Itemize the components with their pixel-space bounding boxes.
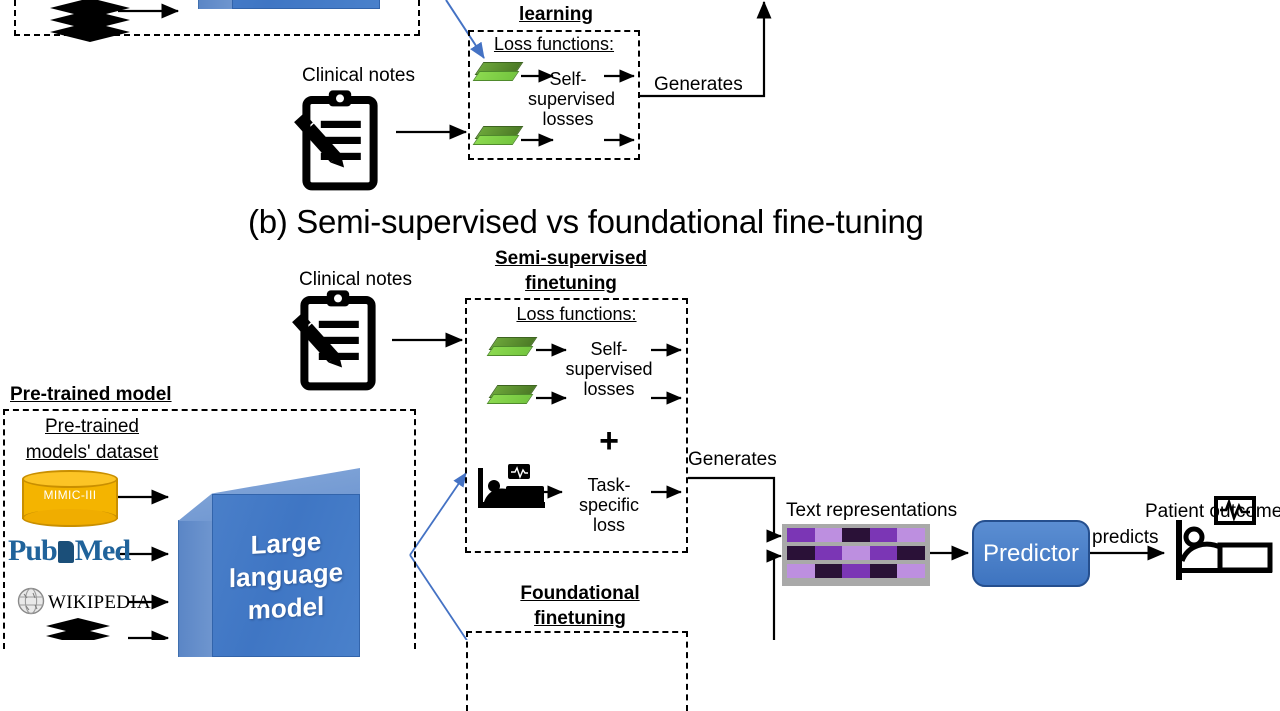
heatmap-cell (787, 528, 815, 542)
cube-side-face-top (198, 0, 233, 9)
top-loss-functions-title: Loss functions: (493, 34, 615, 54)
heatmap-row (787, 546, 925, 560)
mimic-iii-label: MIMIC-III (43, 488, 97, 502)
heatmap-cell (897, 546, 925, 560)
foundational-finetuning-box (466, 631, 688, 711)
top-generates-label: Generates (654, 74, 743, 95)
task-specific-loss-label: Task- specific loss (565, 475, 653, 535)
heatmap-cell (897, 564, 925, 578)
task-line2: specific (578, 494, 640, 515)
semi-self-supervised-loss-label: Self- supervised losses (565, 339, 653, 399)
predictor-box[interactable]: Predictor (972, 520, 1090, 587)
heatmap-cell (814, 546, 843, 560)
wikipedia-label: WIKIPEDIA (48, 592, 151, 613)
section-caption-b: (b) Semi-supervised vs foundational fine… (248, 203, 924, 240)
heatmap-row (787, 564, 925, 578)
predicts-label: predicts (1092, 527, 1159, 548)
heatmap-cell (787, 564, 815, 578)
llm-cube-label: Large language model (212, 490, 360, 661)
heatmap-cell (842, 528, 870, 542)
mimic-iii-database-icon: MIMIC-III (22, 470, 118, 528)
top-loss-line3: losses (542, 108, 594, 129)
predictor-label: Predictor (982, 539, 1080, 567)
clinical-notes-icon-semi (292, 290, 376, 391)
llm-line2: language (228, 557, 344, 594)
pubmed-logo-icon: Pub Med (8, 534, 131, 567)
semi-ss-line1: Self- (590, 339, 628, 359)
heatmap-cell (842, 564, 870, 578)
heatmap-cell (869, 528, 898, 542)
patient-outcome-label: Patient outcome (1145, 501, 1280, 522)
semi-ss-line3: losses (583, 378, 635, 399)
semi-supervised-title: Semi-supervised finetuning (481, 246, 661, 296)
llm-line3: model (247, 590, 325, 625)
cube-front-face-top (232, 0, 380, 9)
heatmap-cell (869, 546, 898, 560)
semi-ss-line2: supervised (565, 358, 653, 379)
heatmap-cell (897, 528, 925, 542)
loss-bar-icon-top-1 (472, 62, 524, 84)
heatmap-cell (869, 564, 898, 578)
heatmap-row (787, 528, 925, 542)
task-line1: Task- (587, 475, 631, 495)
loss-bar-icon-semi-2 (486, 385, 538, 407)
loss-bar-icon-top-2 (472, 126, 524, 148)
semi-title-line1: Semi-supervised (494, 248, 648, 269)
pretrained-model-heading: Pre-trained model (10, 384, 172, 405)
heatmap-cell (814, 564, 843, 578)
top-section-heading: learning (519, 4, 593, 25)
semi-title-line2: finetuning (525, 273, 617, 295)
pubmed-book-glyph (57, 541, 74, 563)
top-loss-line2: supervised (528, 88, 616, 109)
figure-canvas: learning Loss functions: Self- supervise… (0, 0, 1280, 711)
dataset-title-line2: models' dataset (25, 441, 159, 463)
text-representations-label: Text representations (786, 500, 958, 521)
foundational-title-line2: finetuning (534, 608, 626, 630)
heatmap-cell (842, 546, 870, 560)
top-loss-line1: Self- (549, 69, 587, 89)
pubmed-text-pub: Pub (8, 534, 58, 567)
foundational-title: Foundational finetuning (500, 581, 660, 631)
top-self-supervised-loss-label: Self- supervised losses (528, 69, 616, 129)
pretrained-dataset-title: Pre-trained models' dataset (12, 414, 172, 465)
cube-side-face (178, 520, 213, 657)
loss-bar-icon-semi-1 (486, 337, 538, 359)
dataset-title-line1: Pre-trained (45, 416, 139, 437)
semi-generates-label: Generates (688, 449, 777, 470)
llm-cube-top-fragment (196, 0, 412, 12)
pubmed-text-med: Med (74, 534, 131, 567)
semi-clinical-notes-label: Clinical notes (299, 269, 412, 290)
heatmap-cell (814, 528, 843, 542)
llm-line1: Large (250, 525, 322, 560)
plus-symbol: + (599, 422, 619, 460)
foundational-title-line1: Foundational (520, 583, 640, 604)
heatmap-cell (787, 546, 815, 560)
task-line3: loss (592, 514, 625, 535)
text-representations-heatmap (782, 524, 930, 586)
semi-loss-functions-title: Loss functions: (516, 304, 637, 324)
top-clinical-notes-label: Clinical notes (302, 65, 415, 86)
clinical-notes-icon-top (294, 90, 378, 191)
